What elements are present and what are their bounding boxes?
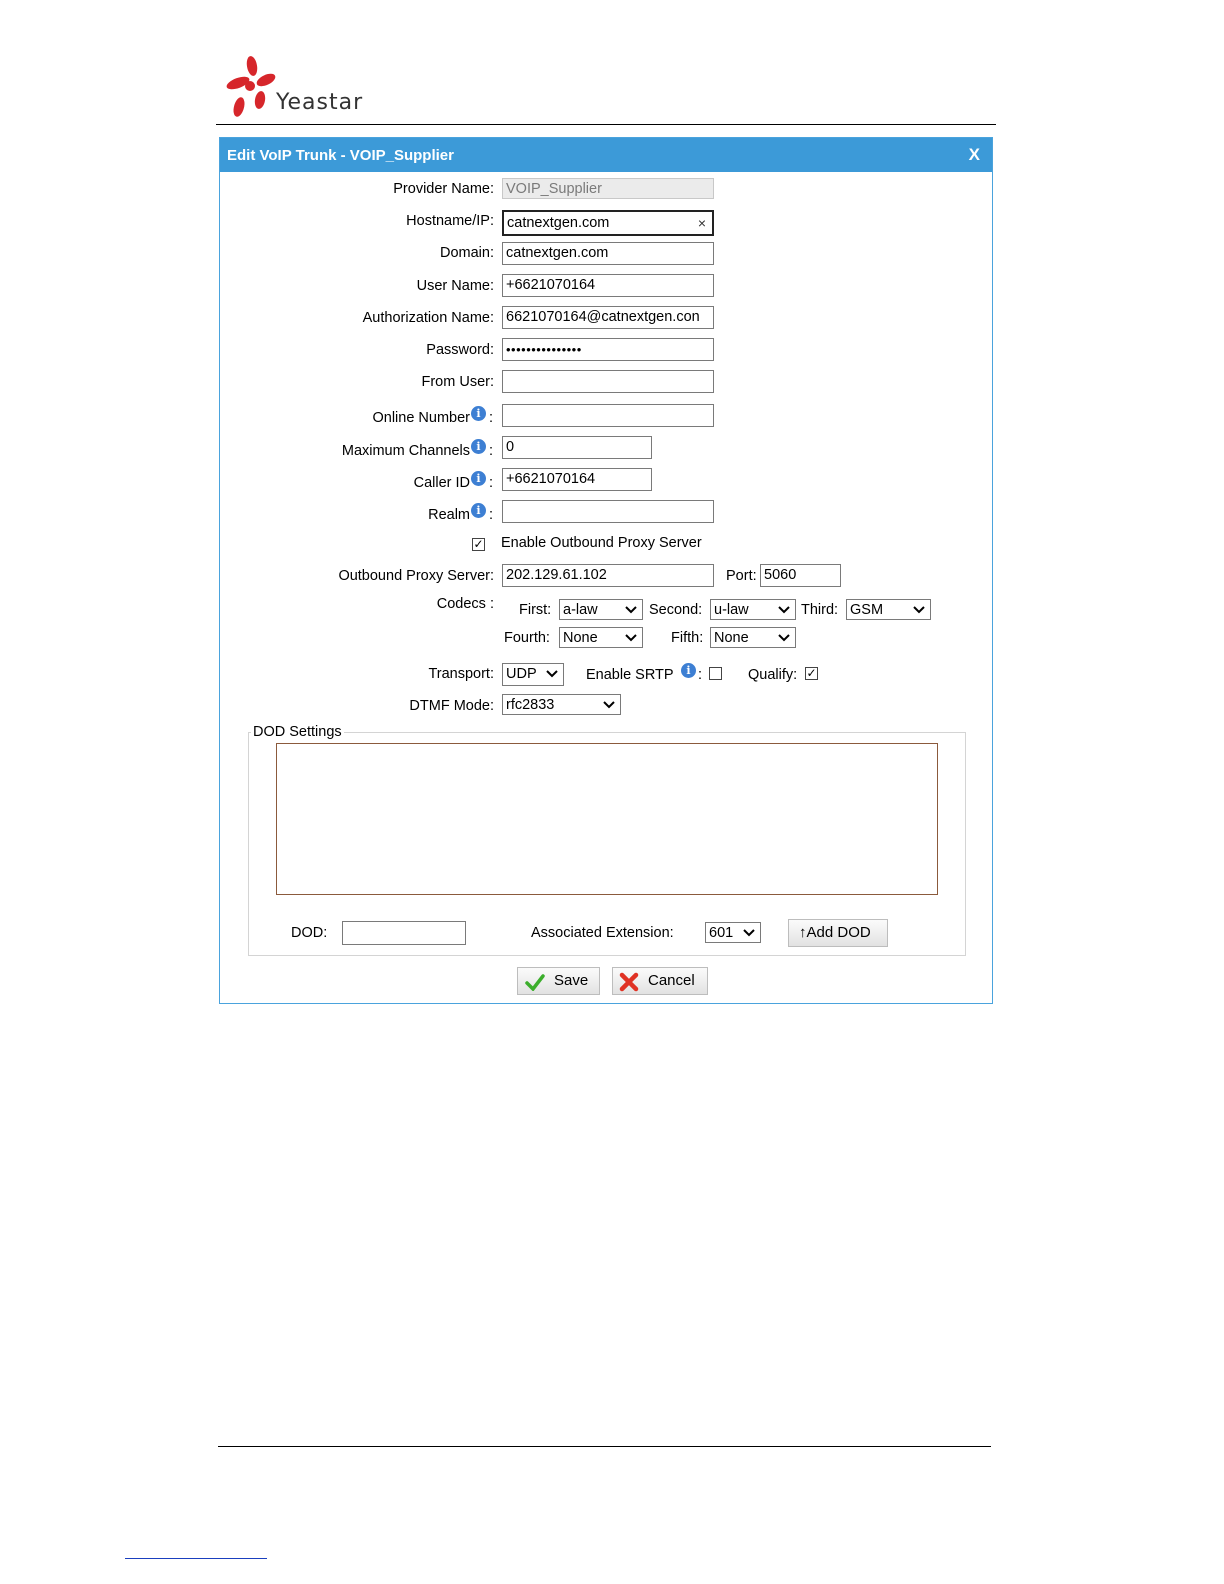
port-input[interactable]: 5060	[760, 564, 841, 587]
qualify-label: Qualify:	[748, 667, 798, 683]
max-channels-colon: :	[489, 443, 494, 459]
hostname-input[interactable]: catnextgen.com ×	[502, 210, 714, 236]
codec-third-label: Third:	[801, 602, 839, 618]
info-icon[interactable]: i	[471, 503, 486, 518]
codec-first-select[interactable]: a-law	[559, 599, 643, 620]
chevron-down-icon	[777, 600, 791, 626]
online-number-label: Online Number	[372, 410, 470, 426]
user-name-input[interactable]: +6621070164	[502, 274, 714, 297]
header-divider	[216, 124, 996, 125]
dtmf-mode-label: DTMF Mode:	[409, 698, 494, 714]
domain-label: Domain:	[440, 245, 494, 261]
auth-name-label: Authorization Name:	[362, 310, 494, 326]
codec-third-value: GSM	[850, 602, 884, 618]
cancel-icon	[619, 972, 639, 992]
info-icon[interactable]: i	[681, 663, 696, 678]
hostname-label: Hostname/IP:	[406, 213, 494, 229]
codec-fourth-select[interactable]: None	[559, 627, 643, 648]
codec-fifth-value: None	[714, 630, 749, 646]
codecs-label: Codecs :	[436, 596, 494, 612]
associated-extension-value: 601	[709, 925, 734, 941]
codec-fifth-label: Fifth:	[671, 630, 704, 646]
chevron-down-icon	[912, 600, 926, 626]
from-user-label: From User:	[421, 374, 495, 390]
cancel-button[interactable]: Cancel	[612, 967, 708, 995]
caller-id-input[interactable]: +6621070164	[502, 468, 652, 491]
enable-srtp-colon: :	[698, 667, 703, 683]
proxy-server-input[interactable]: 202.129.61.102	[502, 564, 714, 587]
port-label: Port:	[726, 568, 757, 584]
info-icon[interactable]: i	[471, 471, 486, 486]
provider-name-label: Provider Name:	[393, 181, 494, 197]
from-user-input[interactable]	[502, 370, 714, 393]
chevron-down-icon	[777, 628, 791, 654]
chevron-down-icon	[602, 695, 616, 721]
enable-proxy-label: Enable Outbound Proxy Server	[501, 535, 702, 551]
enable-srtp-label: Enable SRTP	[586, 667, 674, 683]
codec-second-select[interactable]: u-law	[710, 599, 796, 620]
chevron-down-icon	[545, 664, 559, 690]
max-channels-label: Maximum Channels	[341, 443, 470, 459]
provider-name-input: VOIP_Supplier	[502, 178, 714, 199]
cancel-label: Cancel	[648, 972, 695, 989]
brand-name: Yeastar	[276, 90, 364, 115]
chevron-down-icon	[624, 628, 638, 654]
clear-icon[interactable]: ×	[698, 212, 706, 234]
realm-input[interactable]	[502, 500, 714, 523]
transport-select[interactable]: UDP	[502, 663, 564, 686]
realm-label: Realm	[428, 507, 470, 523]
dod-list[interactable]	[276, 743, 938, 895]
codec-second-value: u-law	[714, 602, 749, 618]
close-icon[interactable]: X	[969, 145, 980, 165]
max-channels-input[interactable]: 0	[502, 436, 652, 459]
transport-value: UDP	[506, 666, 537, 682]
save-button[interactable]: Save	[517, 967, 600, 995]
user-name-label: User Name:	[416, 278, 494, 294]
enable-srtp-checkbox[interactable]	[709, 667, 722, 680]
associated-extension-label: Associated Extension:	[531, 925, 674, 941]
dod-label: DOD:	[291, 925, 328, 941]
realm-colon: :	[489, 507, 494, 523]
enable-proxy-checkbox[interactable]: ✓	[472, 538, 485, 551]
info-icon[interactable]: i	[471, 439, 486, 454]
info-icon[interactable]: i	[471, 406, 486, 421]
domain-input[interactable]: catnextgen.com	[502, 242, 714, 265]
edit-voip-trunk-dialog: Edit VoIP Trunk - VOIP_Supplier X Provid…	[219, 137, 993, 1004]
codec-fifth-select[interactable]: None	[710, 627, 796, 648]
codec-second-label: Second:	[649, 602, 703, 618]
caller-id-colon: :	[489, 475, 494, 491]
add-dod-button[interactable]: ↑Add DOD	[788, 919, 888, 947]
associated-extension-select[interactable]: 601	[705, 922, 761, 943]
dialog-title: Edit VoIP Trunk - VOIP_Supplier	[227, 147, 454, 164]
proxy-server-label: Outbound Proxy Server:	[338, 568, 494, 584]
qualify-checkbox[interactable]: ✓	[805, 667, 818, 680]
online-number-input[interactable]	[502, 404, 714, 427]
checkmark-icon	[525, 974, 545, 991]
hostname-value: catnextgen.com	[507, 215, 610, 231]
save-label: Save	[554, 972, 589, 989]
codec-first-value: a-law	[563, 602, 598, 618]
footer-divider	[218, 1446, 991, 1447]
codec-first-label: First:	[519, 602, 552, 618]
dod-settings-legend: DOD Settings	[251, 724, 344, 740]
auth-name-input[interactable]: 6621070164@catnextgen.con	[502, 306, 714, 329]
dialog-titlebar[interactable]: Edit VoIP Trunk - VOIP_Supplier X	[220, 138, 992, 172]
dtmf-mode-select[interactable]: rfc2833	[502, 694, 621, 715]
dtmf-mode-value: rfc2833	[506, 697, 555, 713]
password-input[interactable]: •••••••••••••••	[502, 338, 714, 361]
codec-fourth-value: None	[563, 630, 598, 646]
chevron-down-icon	[624, 600, 638, 626]
password-label: Password:	[426, 342, 494, 358]
codec-fourth-label: Fourth:	[504, 630, 550, 646]
dod-input[interactable]	[342, 921, 466, 945]
transport-label: Transport:	[428, 666, 494, 682]
codec-third-select[interactable]: GSM	[846, 599, 931, 620]
dod-settings-group: DOD Settings DOD: Associated Extension: …	[248, 724, 966, 956]
chevron-down-icon	[742, 923, 756, 949]
footer-link-underline[interactable]	[125, 1558, 267, 1559]
caller-id-label: Caller ID	[413, 475, 470, 491]
online-number-colon: :	[489, 410, 494, 426]
